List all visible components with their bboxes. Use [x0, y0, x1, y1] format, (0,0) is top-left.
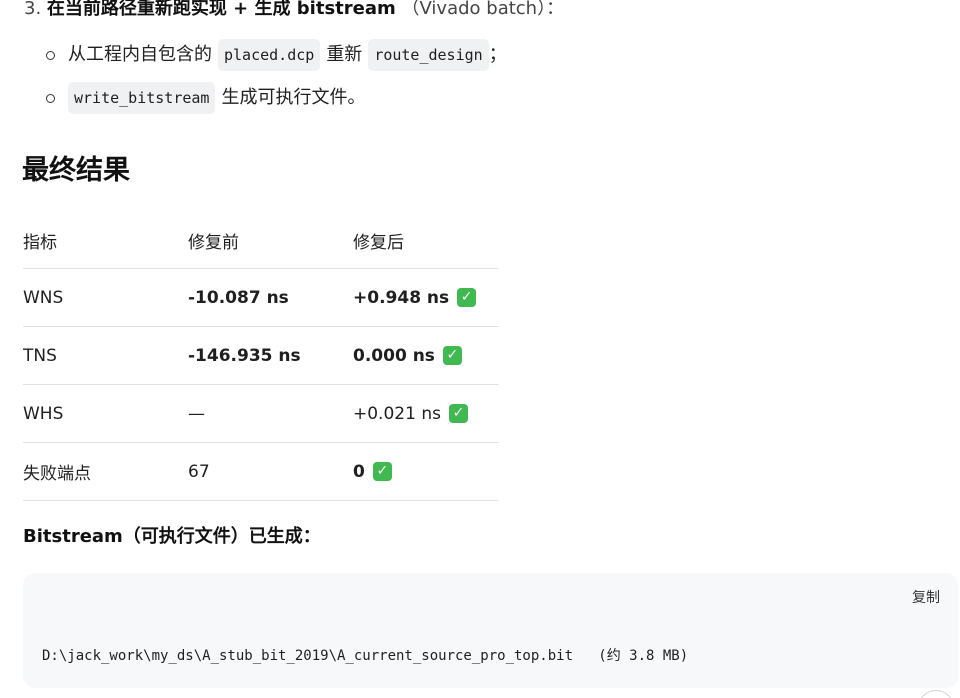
table-row: WNS -10.087 ns +0.948 ns ✓: [23, 269, 499, 327]
table-header-row: 指标 修复前 修复后: [23, 213, 499, 269]
column-header: 指标: [23, 233, 57, 253]
check-mark-icon: ✓: [448, 404, 468, 423]
list-item-text: 从工程内自包含的: [68, 44, 212, 65]
list-item-text: ；: [488, 44, 507, 65]
section-heading: 最终结果: [22, 155, 130, 186]
metric-cell: 失败端点: [23, 464, 91, 484]
code-line: D:\jack_work\my_ds\A_stub_bit_2019\A_cur…: [42, 648, 689, 664]
after-cell: 0.000 ns ✓: [353, 346, 499, 366]
copy-button[interactable]: 复制: [912, 587, 940, 607]
bitstream-label: Bitstream（可执行文件）已生成：: [23, 526, 321, 547]
after-cell: +0.948 ns ✓: [353, 288, 499, 308]
inline-code: placed.dcp: [218, 39, 321, 71]
table-row: TNS -146.935 ns 0.000 ns ✓: [23, 327, 499, 385]
step-number: 3.: [24, 0, 42, 19]
column-header: 修复前: [188, 233, 239, 253]
after-value: 0: [353, 461, 365, 482]
step-3-heading: 3. 在当前路径重新跑实现 + 生成 bitstream （Vivado bat…: [24, 0, 564, 22]
results-table: 指标 修复前 修复后 WNS -10.087 ns +0.948 ns ✓ TN…: [23, 213, 499, 501]
bullet-circle-icon: [46, 93, 55, 103]
inline-code: route_design: [368, 39, 489, 71]
step-note: （Vivado batch）：: [401, 0, 565, 19]
after-value: +0.021 ns: [353, 403, 441, 424]
metric-cell: WNS: [23, 287, 64, 308]
code-block: 复制 D:\jack_work\my_ds\A_stub_bit_2019\A_…: [23, 573, 958, 688]
scroll-to-bottom-button[interactable]: [918, 690, 954, 698]
after-value: +0.948 ns: [353, 287, 450, 308]
before-cell: -146.935 ns: [188, 345, 301, 366]
metric-cell: WHS: [23, 403, 64, 424]
check-mark-icon: ✓: [457, 288, 477, 307]
check-mark-icon: ✓: [442, 346, 462, 365]
after-cell: +0.021 ns ✓: [353, 404, 499, 424]
inline-code: write_bitstream: [68, 82, 216, 114]
chat-message: 3. 在当前路径重新跑实现 + 生成 bitstream （Vivado bat…: [0, 0, 960, 698]
bullet-circle-icon: [46, 50, 55, 60]
table-row: 失败端点 67 0 ✓: [23, 443, 499, 501]
before-cell: —: [188, 403, 205, 424]
list-item-text: 重新: [326, 44, 363, 65]
before-cell: 67: [188, 461, 210, 482]
column-header: 修复后: [353, 233, 404, 253]
metric-cell: TNS: [23, 345, 57, 366]
before-cell: -10.087 ns: [188, 287, 289, 308]
check-mark-icon: ✓: [372, 462, 392, 481]
list-item-text: 生成可执行文件。: [221, 87, 366, 108]
step-title: 在当前路径重新跑实现 + 生成 bitstream: [46, 0, 396, 19]
after-value: 0.000 ns: [353, 345, 435, 366]
after-cell: 0 ✓: [353, 462, 499, 482]
list-item: write_bitstream 生成可执行文件。: [46, 82, 365, 114]
table-row: WHS — +0.021 ns ✓: [23, 385, 499, 443]
list-item: 从工程内自包含的 placed.dcp 重新 route_design ；: [46, 39, 507, 71]
